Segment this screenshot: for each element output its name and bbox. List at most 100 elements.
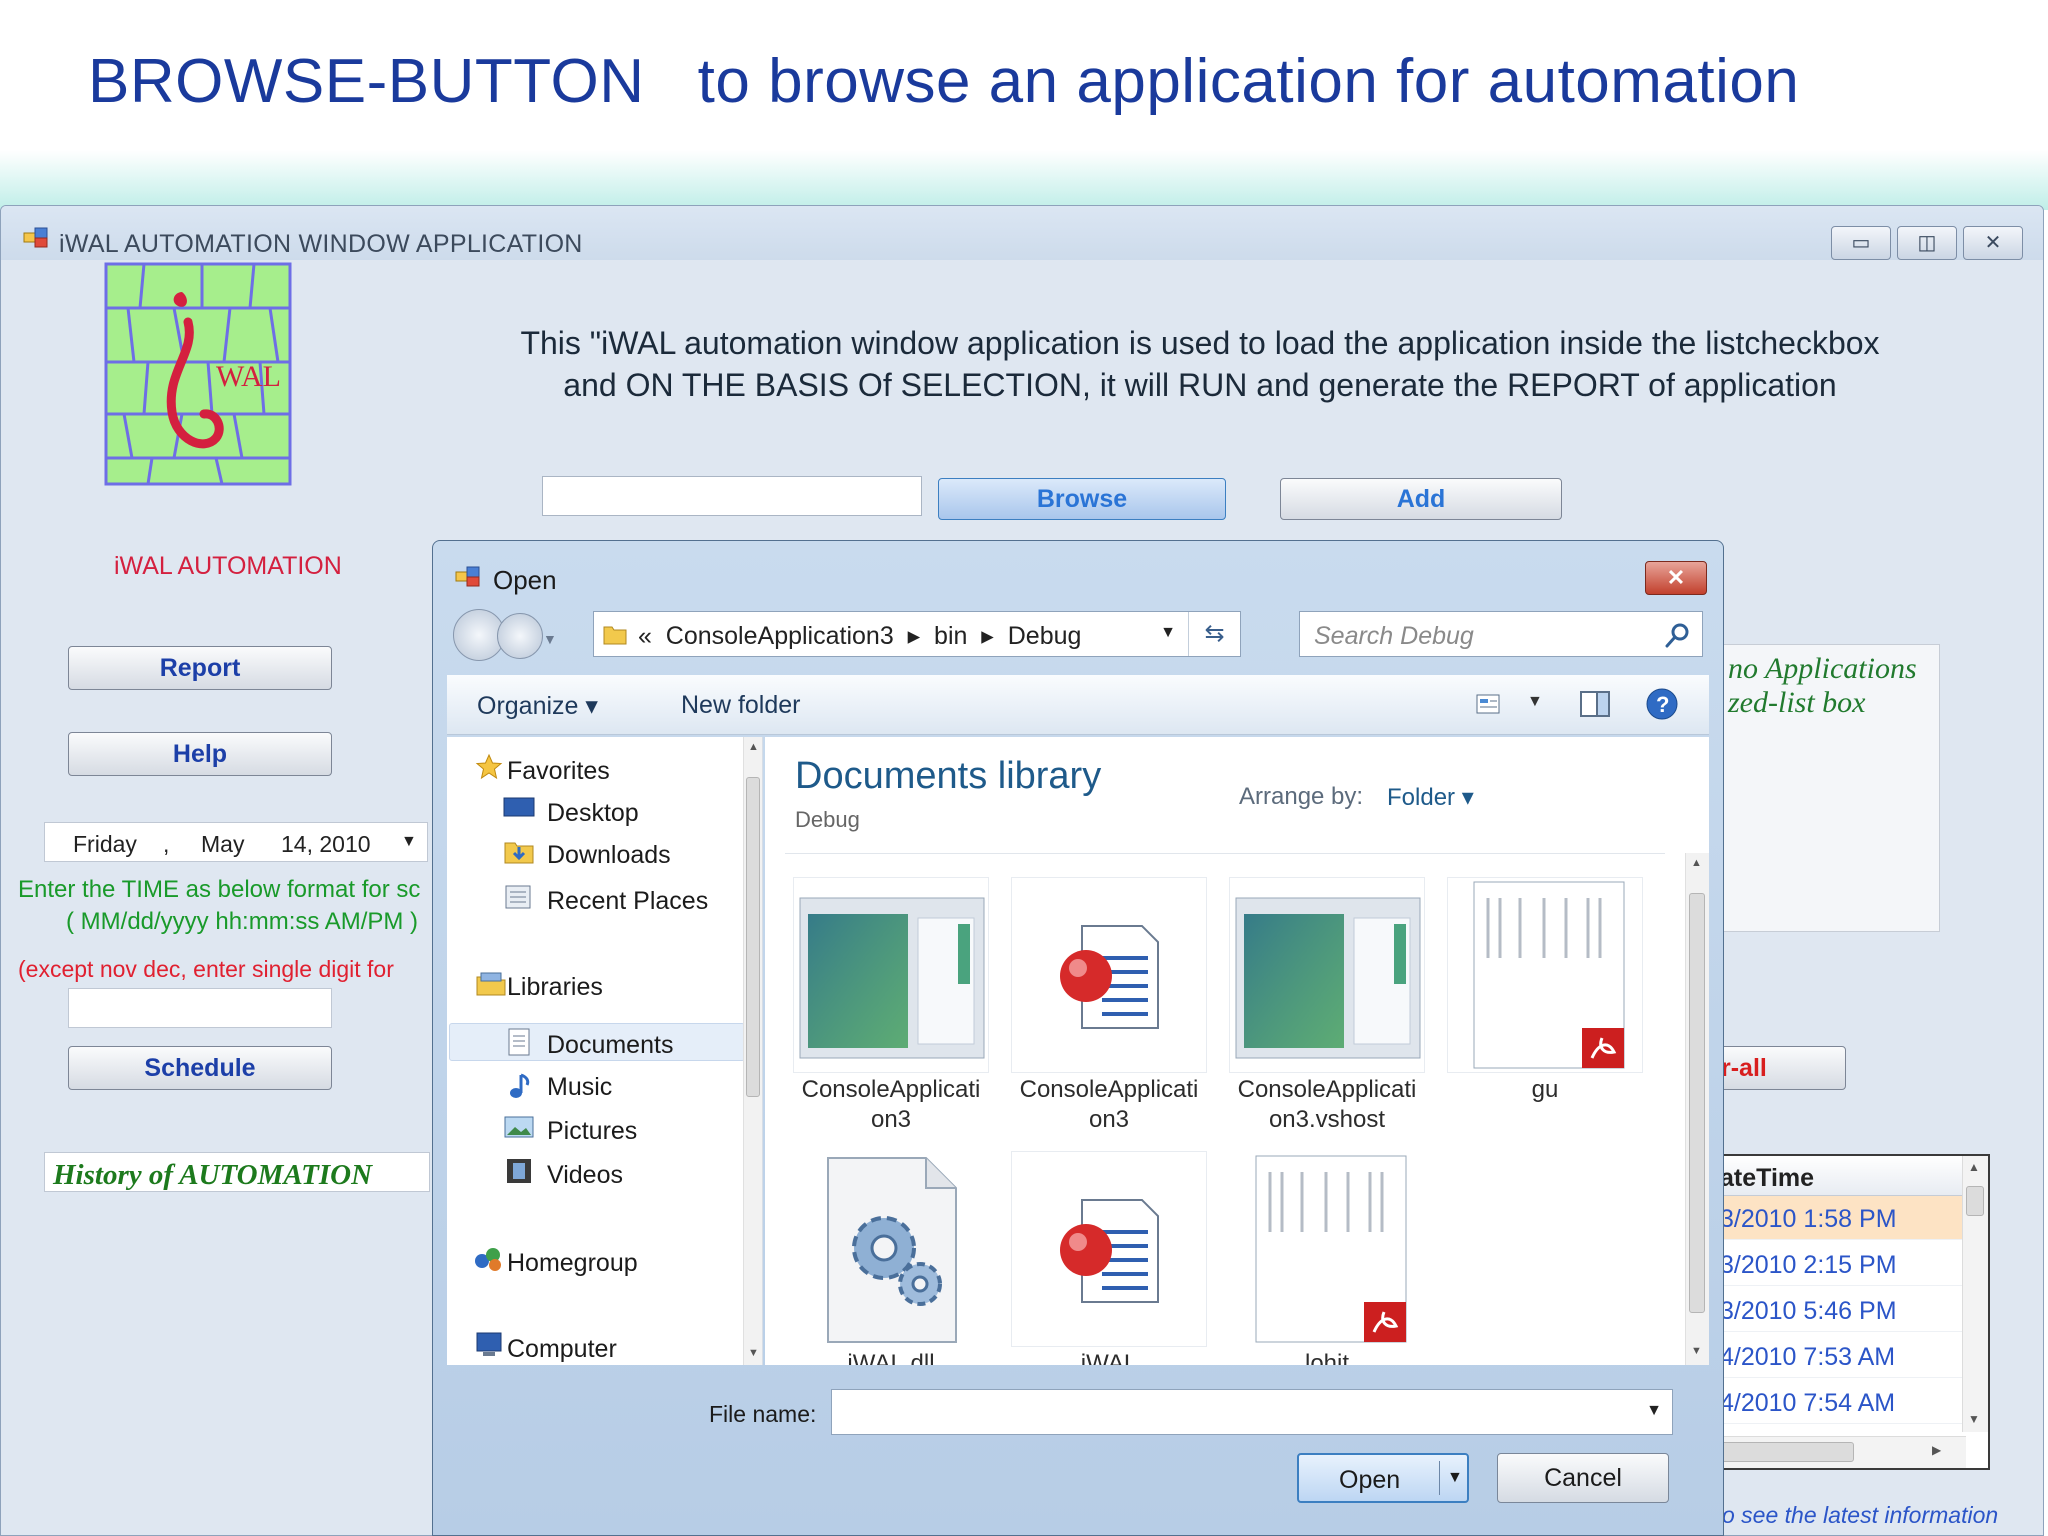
file-name: iWAL.dll [847,1350,935,1365]
organize-menu[interactable]: Organize ▾ [477,691,598,721]
slide-title: BROWSE-BUTTON to browse an application f… [88,47,1800,116]
split-divider [1439,1461,1440,1495]
file-item[interactable] [1229,877,1425,1073]
schedule-time-input[interactable] [68,988,332,1028]
file-item[interactable] [1011,877,1207,1073]
grid-vertical-scrollbar[interactable]: ▲ ▼ [1962,1156,1988,1432]
nav-scrollbar[interactable]: ▲ ▼ [743,737,762,1365]
cancel-button[interactable]: Cancel [1497,1453,1669,1503]
date-picker[interactable]: Friday , May 14, 2010 ▼ [44,822,428,862]
forward-button[interactable] [497,613,543,659]
chevron-down-icon[interactable]: ▼ [543,631,557,647]
nav-item-music[interactable]: Music [547,1073,612,1102]
help-icon[interactable]: ? [1645,687,1679,721]
table-row[interactable]: 4/2010 7:54 AM [1702,1380,1962,1424]
scroll-thumb[interactable] [1689,893,1705,1313]
svg-text:?: ? [1656,692,1669,717]
views-icon[interactable] [1475,691,1503,717]
arrange-by-dropdown[interactable]: Folder ▾ [1387,783,1474,812]
nav-item-downloads[interactable]: Downloads [547,841,671,870]
logo-text: WAL [216,360,281,393]
grid-column-header[interactable]: ateTime [1702,1156,1962,1196]
chevron-down-icon[interactable]: ▼ [401,833,417,851]
slide-band [0,150,2048,210]
file-name: ConsoleApplicati on3 [801,1076,981,1133]
schedule-button[interactable]: Schedule [68,1046,332,1090]
chevron-down-icon[interactable]: ▼ [1646,1402,1662,1420]
minimize-button[interactable]: ▭ [1831,226,1891,260]
scroll-thumb[interactable] [1966,1186,1984,1216]
computer-icon [476,1332,502,1356]
chevron-down-icon[interactable]: ▼ [1447,1469,1463,1487]
table-row[interactable]: 3/2010 5:46 PM [1702,1288,1962,1332]
time-format-hint: ( MM/dd/yyyy hh:mm:ss AM/PM ) [66,908,419,935]
scroll-up-icon[interactable]: ▲ [1691,857,1702,869]
pictures-icon [504,1116,534,1138]
path-input[interactable] [542,476,922,516]
nav-item-homegroup[interactable]: Homegroup [507,1249,638,1278]
pdf-document-icon [1473,881,1625,1069]
browse-button[interactable]: Browse [938,478,1226,520]
file-item[interactable] [1011,1151,1207,1347]
address-bar[interactable]: « ConsoleApplication3 ▸ bin ▸ Debug ▼ ⇆ [593,611,1241,657]
search-input[interactable]: Search Debug [1299,611,1703,657]
documents-icon [508,1028,530,1056]
maximize-button[interactable]: ◫ [1897,226,1957,260]
homegroup-icon [475,1248,501,1271]
file-item[interactable] [1229,1151,1425,1347]
libraries-icon [476,972,506,996]
nav-item-libraries[interactable]: Libraries [507,973,603,1002]
close-button[interactable]: ✕ [1963,226,2023,260]
recent-places-icon [505,885,531,909]
scroll-thumb[interactable] [746,777,760,1097]
dialog-close-button[interactable]: ✕ [1645,561,1707,595]
nav-item-pictures[interactable]: Pictures [547,1117,637,1146]
nav-item-recent-places[interactable]: Recent Places [547,887,708,916]
listbox-empty-message: no Applications [1728,652,1917,685]
nav-item-favorites[interactable]: Favorites [507,757,610,786]
filename-input[interactable]: ▼ [831,1389,1673,1435]
chevron-down-icon[interactable]: ▼ [1160,624,1176,642]
report-button[interactable]: Report [68,646,332,690]
table-row[interactable]: 3/2010 1:58 PM [1702,1196,1962,1240]
pdf-document-icon [1255,1155,1407,1343]
app-description: This "iWAL automation window application… [470,322,1930,406]
new-folder-button[interactable]: New folder [681,691,801,720]
history-grid[interactable]: ateTime 3/2010 1:58 PM 3/2010 2:15 PM 3/… [1700,1154,1990,1470]
scroll-down-icon[interactable]: ▼ [748,1347,759,1359]
desktop-icon [503,797,535,817]
table-row[interactable]: 3/2010 2:15 PM [1702,1242,1962,1286]
open-button[interactable]: Open ▼ [1297,1453,1469,1503]
file-item[interactable] [1447,877,1643,1073]
breadcrumb[interactable]: « ConsoleApplication3 ▸ bin ▸ Debug [638,621,1081,651]
chevron-down-icon[interactable]: ▼ [1527,693,1543,711]
help-button[interactable]: Help [68,732,332,776]
nav-item-videos[interactable]: Videos [547,1161,623,1190]
scroll-right-icon[interactable]: ▶ [1932,1443,1941,1457]
nav-item-documents[interactable]: Documents [547,1031,673,1060]
command-bar: Organize ▾ New folder ▼ ? [447,675,1709,735]
nav-item-computer[interactable]: Computer [507,1335,617,1364]
refresh-icon[interactable]: ⇆ [1188,612,1240,656]
table-row[interactable]: 4/2010 7:53 AM [1702,1334,1962,1378]
window-title: iWAL AUTOMATION WINDOW APPLICATION [59,230,583,258]
search-icon[interactable] [1662,620,1692,650]
file-list-scrollbar[interactable]: ▲ ▼ [1685,853,1709,1365]
scroll-up-icon[interactable]: ▲ [1968,1160,1980,1174]
scroll-down-icon[interactable]: ▼ [1691,1345,1702,1357]
nav-item-desktop[interactable]: Desktop [547,799,639,828]
file-name: ConsoleApplicati on3 [1019,1076,1199,1133]
scroll-down-icon[interactable]: ▼ [1968,1412,1980,1426]
scroll-thumb[interactable] [1704,1442,1854,1462]
add-button[interactable]: Add [1280,478,1562,520]
open-file-dialog: Open ✕ ▼ « ConsoleApplication3 ▸ bin ▸ D… [432,540,1724,1536]
window-app-icon [1235,897,1421,1059]
date-separator: , [163,831,170,857]
file-item[interactable] [793,1151,989,1347]
scroll-up-icon[interactable]: ▲ [748,741,759,753]
time-warning-hint: (except nov dec, enter single digit for [18,956,394,982]
grid-horizontal-scrollbar[interactable]: ▶ [1702,1436,1966,1468]
preview-pane-icon[interactable] [1579,689,1611,719]
search-placeholder: Search Debug [1314,622,1474,650]
file-item[interactable] [793,877,989,1073]
